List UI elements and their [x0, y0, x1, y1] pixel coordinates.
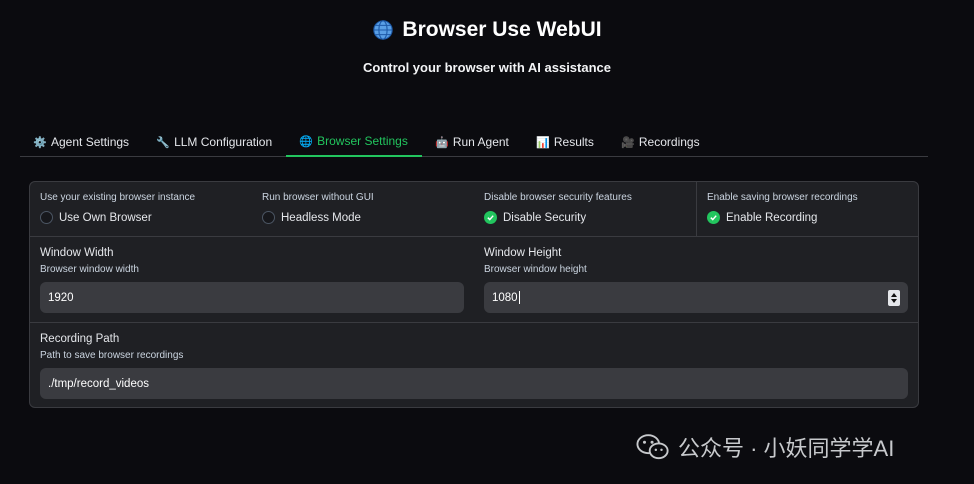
tab-browser-settings[interactable]: 🌐 Browser Settings — [286, 129, 422, 157]
stepper-up-icon[interactable] — [891, 293, 897, 297]
window-size-row: Window Width Browser window width 1920 W… — [30, 237, 918, 323]
enable-recording-cell: Enable saving browser recordings Enable … — [696, 182, 918, 237]
checkmark-icon[interactable] — [484, 211, 497, 224]
disable-security-description: Disable browser security features — [484, 192, 632, 203]
window-height-title: Window Height — [484, 247, 562, 259]
recording-path-row: Recording Path Path to save browser reco… — [30, 323, 918, 407]
own-browser-cell: Use your existing browser instance Use O… — [30, 182, 252, 237]
own-browser-checkbox[interactable]: Use Own Browser — [40, 211, 242, 224]
disable-security-label: Disable Security — [503, 211, 587, 224]
unchecked-icon[interactable] — [262, 211, 275, 224]
enable-recording-label: Enable Recording — [726, 211, 818, 224]
enable-recording-checkbox[interactable]: Enable Recording — [707, 211, 908, 224]
page-header: Browser Use WebUI Control your browser w… — [0, 18, 974, 75]
robot-icon: 🤖 — [434, 136, 449, 149]
own-browser-label: Use Own Browser — [59, 211, 152, 224]
window-height-input[interactable]: 1080 — [484, 282, 908, 313]
window-width-title: Window Width — [40, 247, 114, 259]
disable-security-checkbox[interactable]: Disable Security — [484, 211, 686, 224]
own-browser-description: Use your existing browser instance — [40, 192, 196, 203]
window-height-field: Window Height Browser window height — [484, 237, 908, 275]
chart-icon: 📊 — [536, 136, 550, 149]
wrench-icon: 🔧 — [156, 136, 170, 149]
recording-path-input[interactable]: ./tmp/record_videos — [40, 368, 908, 399]
tab-results[interactable]: 📊 Results — [523, 129, 608, 157]
window-height-value: 1080 — [492, 291, 518, 304]
headless-description: Run browser without GUI — [262, 192, 374, 203]
headless-checkbox[interactable]: Headless Mode — [262, 211, 464, 224]
tab-label: Results — [553, 135, 594, 149]
browser-settings-panel: Use your existing browser instance Use O… — [29, 181, 919, 408]
tab-agent-settings[interactable]: ⚙️ Agent Settings — [20, 129, 143, 157]
tab-label: Recordings — [638, 135, 700, 149]
checkmark-icon[interactable] — [707, 211, 720, 224]
recording-path-description: Path to save browser recordings — [40, 350, 184, 361]
unchecked-icon[interactable] — [40, 211, 53, 224]
stepper-down-icon[interactable] — [891, 299, 897, 303]
recording-path-value: ./tmp/record_videos — [48, 377, 149, 390]
tab-recordings[interactable]: 🎥 Recordings — [608, 129, 714, 157]
enable-recording-description: Enable saving browser recordings — [707, 192, 858, 203]
tab-label: Run Agent — [452, 135, 509, 149]
tab-label: Browser Settings — [317, 134, 408, 148]
wechat-icon — [636, 434, 669, 460]
disable-security-cell: Disable browser security features Disabl… — [474, 182, 696, 237]
headless-label: Headless Mode — [281, 211, 361, 224]
recording-path-field: Recording Path Path to save browser reco… — [40, 323, 908, 361]
text-cursor — [518, 291, 520, 304]
number-stepper[interactable] — [888, 290, 900, 306]
page-title: Browser Use WebUI — [372, 18, 602, 42]
headless-cell: Run browser without GUI Headless Mode — [252, 182, 474, 237]
tab-llm-configuration[interactable]: 🔧 LLM Configuration — [143, 129, 286, 157]
globe-icon: 🌐 — [299, 135, 313, 148]
window-height-description: Browser window height — [484, 264, 587, 275]
watermark-text: 公众号 · 小妖同学学AI — [678, 436, 895, 461]
window-width-field: Window Width Browser window width — [40, 237, 464, 275]
title-text: Browser Use WebUI — [402, 18, 602, 41]
tab-label: Agent Settings — [51, 135, 130, 149]
tab-bar: ⚙️ Agent Settings 🔧 LLM Configuration 🌐 … — [20, 129, 928, 157]
browser-options-row: Use your existing browser instance Use O… — [30, 182, 918, 237]
watermark: 公众号 · 小妖同学学AI — [636, 431, 894, 463]
window-width-input[interactable]: 1920 — [40, 282, 464, 313]
tab-run-agent[interactable]: 🤖 Run Agent — [422, 129, 523, 157]
globe-icon — [373, 20, 394, 40]
recording-path-title: Recording Path — [40, 333, 120, 345]
tab-label: LLM Configuration — [174, 135, 273, 149]
window-width-value: 1920 — [48, 291, 74, 304]
window-width-description: Browser window width — [40, 264, 139, 275]
gear-icon: ⚙️ — [33, 136, 47, 149]
video-camera-icon: 🎥 — [621, 136, 635, 149]
page-subtitle: Control your browser with AI assistance — [362, 60, 611, 75]
